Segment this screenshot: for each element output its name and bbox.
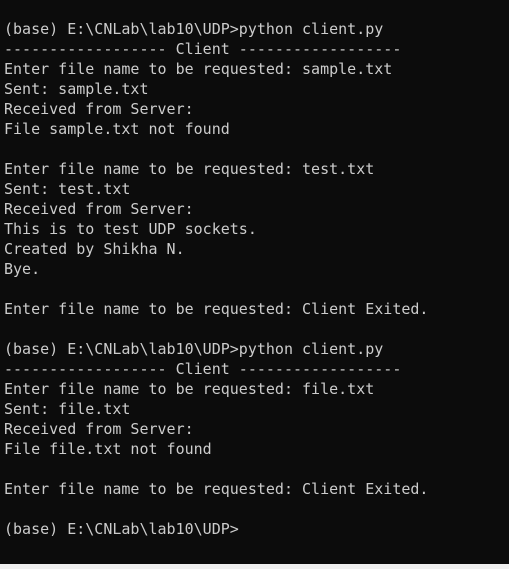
prompt-line: (base) E:\CNLab\lab10\UDP>python client.…: [4, 20, 384, 38]
output-line: Enter file name to be requested: Client …: [4, 480, 429, 498]
current-prompt[interactable]: (base) E:\CNLab\lab10\UDP>: [4, 519, 509, 539]
client-banner: ------------------ Client --------------…: [4, 360, 402, 378]
prompt-line: (base) E:\CNLab\lab10\UDP>python client.…: [4, 340, 384, 358]
output-line: Received from Server:: [4, 200, 194, 218]
terminal-window[interactable]: (base) E:\CNLab\lab10\UDP>python client.…: [0, 0, 509, 569]
output-line: File sample.txt not found: [4, 120, 230, 138]
output-line: Enter file name to be requested: test.tx…: [4, 160, 375, 178]
output-line: This is to test UDP sockets.: [4, 220, 257, 238]
output-line: Received from Server:: [4, 100, 194, 118]
output-line: Enter file name to be requested: file.tx…: [4, 380, 375, 398]
output-line: Created by Shikha N.: [4, 240, 185, 258]
output-line: File file.txt not found: [4, 440, 212, 458]
output-line: Enter file name to be requested: Client …: [4, 300, 429, 318]
output-line: Sent: sample.txt: [4, 80, 149, 98]
window-bottom-edge: [0, 564, 509, 569]
client-banner: ------------------ Client --------------…: [4, 40, 402, 58]
output-line: Enter file name to be requested: sample.…: [4, 60, 393, 78]
output-line: Received from Server:: [4, 420, 194, 438]
output-line: Bye.: [4, 260, 41, 278]
output-line: Sent: file.txt: [4, 400, 131, 418]
output-line: Sent: test.txt: [4, 180, 131, 198]
